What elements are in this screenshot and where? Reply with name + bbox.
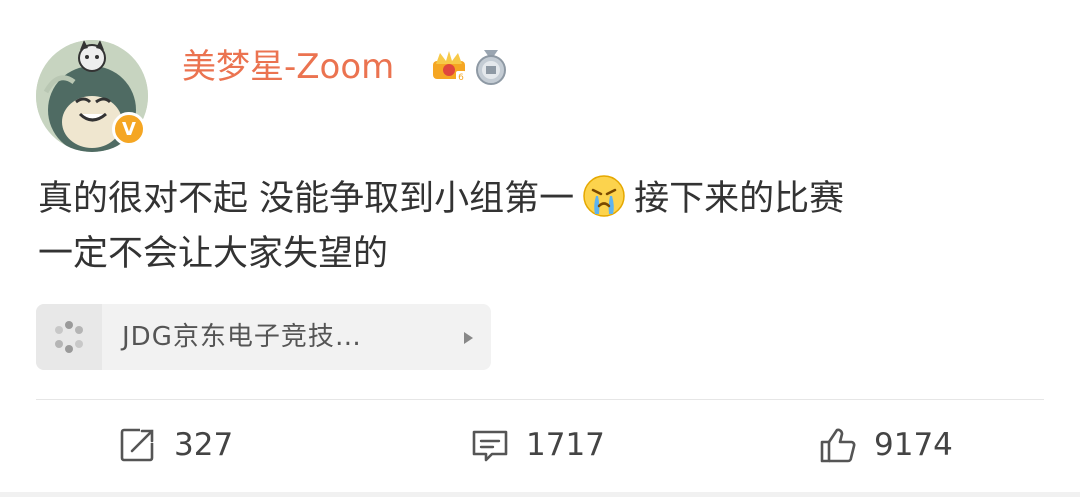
bottom-separator <box>0 492 1080 497</box>
chevron-right-icon <box>464 332 473 344</box>
verified-badge-icon: V <box>112 112 146 146</box>
topic-label: JDG京东电子竞技… <box>122 322 362 352</box>
like-button[interactable]: 9174 <box>818 420 953 470</box>
answer-medal-badge-icon <box>476 50 506 85</box>
post-text-line2: 一定不会让大家失望的 <box>38 234 389 274</box>
svg-text:6: 6 <box>458 73 464 83</box>
username[interactable]: 美梦星-Zoom <box>182 42 394 92</box>
comment-count: 1717 <box>526 427 605 463</box>
crown-level-badge-icon: 6 <box>433 51 466 83</box>
topic-card[interactable]: JDG京东电子竞技… <box>36 304 491 370</box>
thumbs-up-icon <box>820 428 856 463</box>
comment-button[interactable]: 1717 <box>470 420 605 470</box>
repost-icon <box>120 428 154 462</box>
comment-icon <box>472 430 508 462</box>
like-count: 9174 <box>874 427 953 463</box>
post-text-line1-a: 真的很对不起 没能争取到小组第一 <box>38 179 575 219</box>
crying-emoji-icon <box>583 175 625 217</box>
post-text: 真的很对不起 没能争取到小组第一 接下来的比赛 一定不会让大家失望的 <box>38 172 1048 282</box>
user-badges: 6 <box>430 48 510 86</box>
divider <box>36 399 1044 400</box>
topic-icon <box>36 304 102 370</box>
loading-spinner-icon <box>55 321 83 353</box>
repost-count: 327 <box>174 427 234 463</box>
repost-button[interactable]: 327 <box>118 420 233 470</box>
post-text-line1-b: 接下来的比赛 <box>634 179 845 219</box>
